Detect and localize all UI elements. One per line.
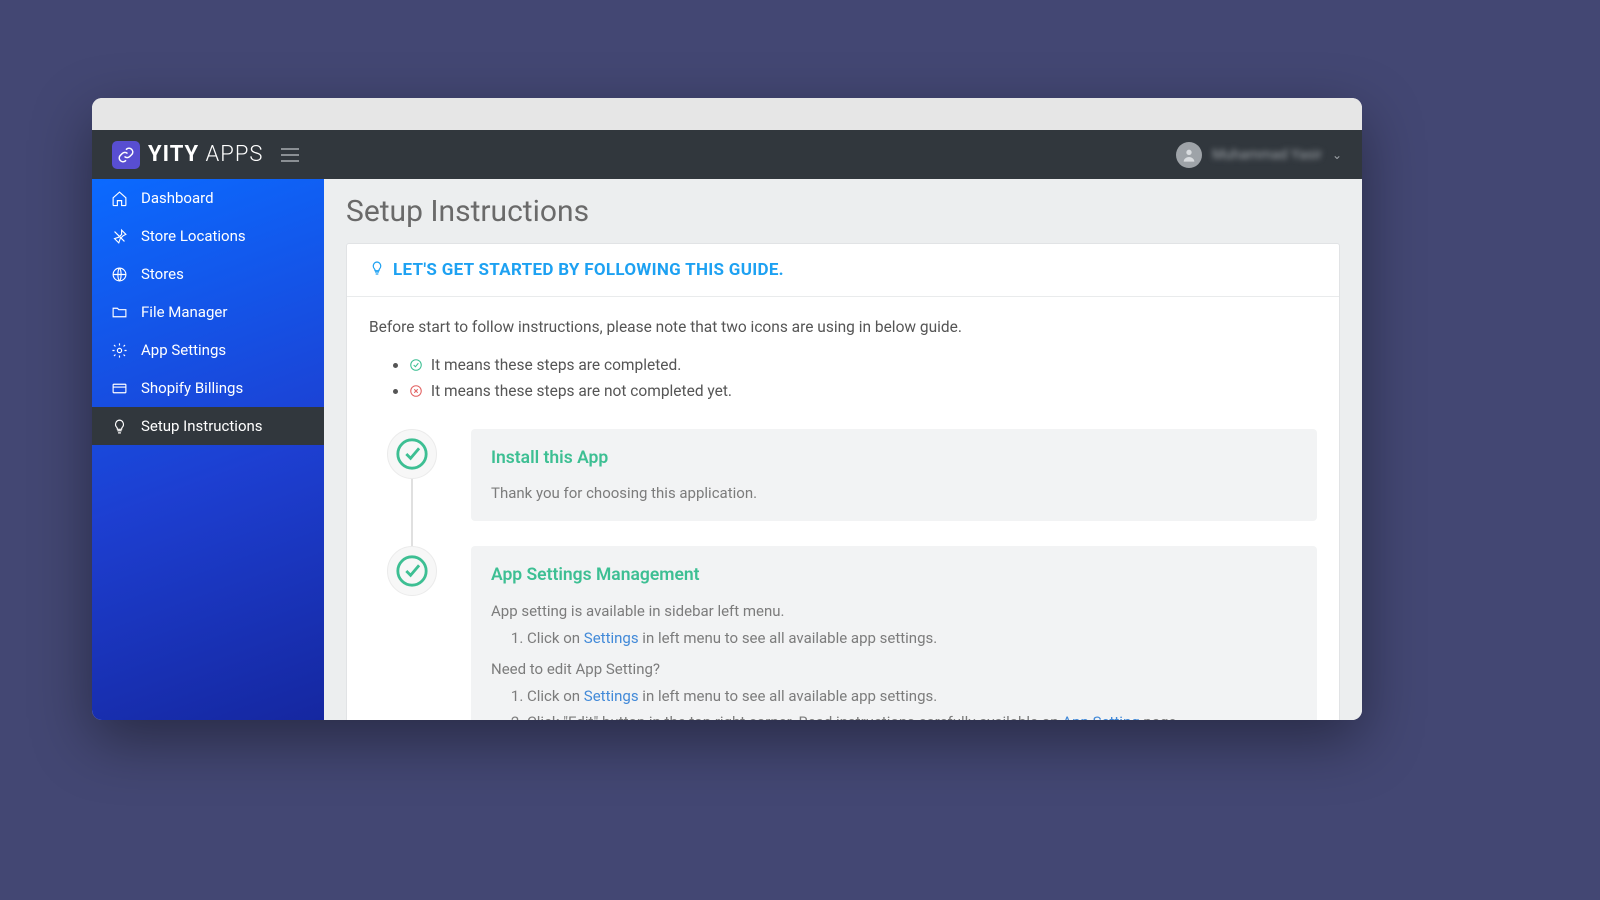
brand-logo [112, 141, 140, 169]
card-icon [110, 379, 128, 397]
app-setting-link[interactable]: App Setting [1062, 713, 1139, 720]
avatar [1176, 142, 1202, 168]
sidebar-item-store-locations[interactable]: Store Locations [92, 217, 324, 255]
person-icon [1181, 147, 1197, 163]
main-content: Setup Instructions LET'S GET STARTED BY … [324, 179, 1362, 720]
nav-label: File Manager [141, 303, 227, 321]
step-status-icon [387, 429, 437, 479]
nav-label: Setup Instructions [141, 417, 263, 435]
check-circle-icon [409, 358, 423, 372]
sidebar: Dashboard Store Locations Stores File Ma… [92, 179, 324, 720]
pin-icon [110, 227, 128, 245]
page-title: Setup Instructions [324, 179, 1362, 243]
intro-text: Before start to follow instructions, ple… [369, 315, 1317, 339]
brand-area: YITY APPS [112, 141, 299, 169]
sidebar-item-dashboard[interactable]: Dashboard [92, 179, 324, 217]
instructions-card: LET'S GET STARTED BY FOLLOWING THIS GUID… [346, 243, 1340, 720]
step-content: App Settings Management App setting is a… [471, 546, 1317, 720]
sidebar-item-app-settings[interactable]: App Settings [92, 331, 324, 369]
body: Dashboard Store Locations Stores File Ma… [92, 179, 1362, 720]
card-header: LET'S GET STARTED BY FOLLOWING THIS GUID… [347, 244, 1339, 297]
bulb-icon [110, 417, 128, 435]
brand-text: YITY APPS [148, 142, 263, 167]
check-circle-icon [395, 554, 429, 588]
hamburger-icon[interactable] [281, 148, 299, 162]
step-title: Install this App [491, 445, 1297, 472]
settings-link[interactable]: Settings [584, 687, 639, 705]
home-icon [110, 189, 128, 207]
app-window: YITY APPS Muhammad Yasir ⌄ Dashboard Sto… [92, 98, 1362, 720]
link-icon [117, 146, 135, 164]
user-name: Muhammad Yasir [1212, 147, 1322, 163]
window-titlebar [92, 98, 1362, 130]
globe-icon [110, 265, 128, 283]
sidebar-item-file-manager[interactable]: File Manager [92, 293, 324, 331]
step-title: App Settings Management [491, 562, 1297, 589]
nav-label: Store Locations [141, 227, 246, 245]
step-status-icon [387, 546, 437, 596]
settings-link[interactable]: Settings [584, 629, 639, 647]
nav-label: App Settings [141, 341, 226, 359]
card-body: Before start to follow instructions, ple… [347, 297, 1339, 720]
step-description: App setting is available in sidebar left… [491, 600, 1297, 720]
lightbulb-icon [369, 260, 385, 280]
sidebar-item-stores[interactable]: Stores [92, 255, 324, 293]
nav-label: Dashboard [141, 189, 214, 207]
step-content: Install this App Thank you for choosing … [471, 429, 1317, 521]
legend-completed: It means these steps are completed. [409, 353, 1317, 377]
step-install-app: Install this App Thank you for choosing … [387, 429, 1317, 521]
icon-legend: It means these steps are completed. It m… [409, 353, 1317, 403]
nav-label: Shopify Billings [141, 379, 243, 397]
check-circle-icon [395, 437, 429, 471]
sidebar-item-setup-instructions[interactable]: Setup Instructions [92, 407, 324, 445]
step-app-settings: App Settings Management App setting is a… [387, 546, 1317, 720]
step-description: Thank you for choosing this application. [491, 482, 1297, 505]
guide-title: LET'S GET STARTED BY FOLLOWING THIS GUID… [393, 260, 784, 280]
x-circle-icon [409, 384, 423, 398]
sidebar-item-shopify-billings[interactable]: Shopify Billings [92, 369, 324, 407]
user-menu[interactable]: Muhammad Yasir ⌄ [1176, 142, 1342, 168]
chevron-down-icon: ⌄ [1332, 148, 1342, 162]
steps-timeline: Install this App Thank you for choosing … [387, 429, 1317, 720]
topbar: YITY APPS Muhammad Yasir ⌄ [92, 130, 1362, 179]
legend-not-completed: It means these steps are not completed y… [409, 379, 1317, 403]
nav-label: Stores [141, 265, 184, 283]
gear-icon [110, 341, 128, 359]
folder-icon [110, 303, 128, 321]
